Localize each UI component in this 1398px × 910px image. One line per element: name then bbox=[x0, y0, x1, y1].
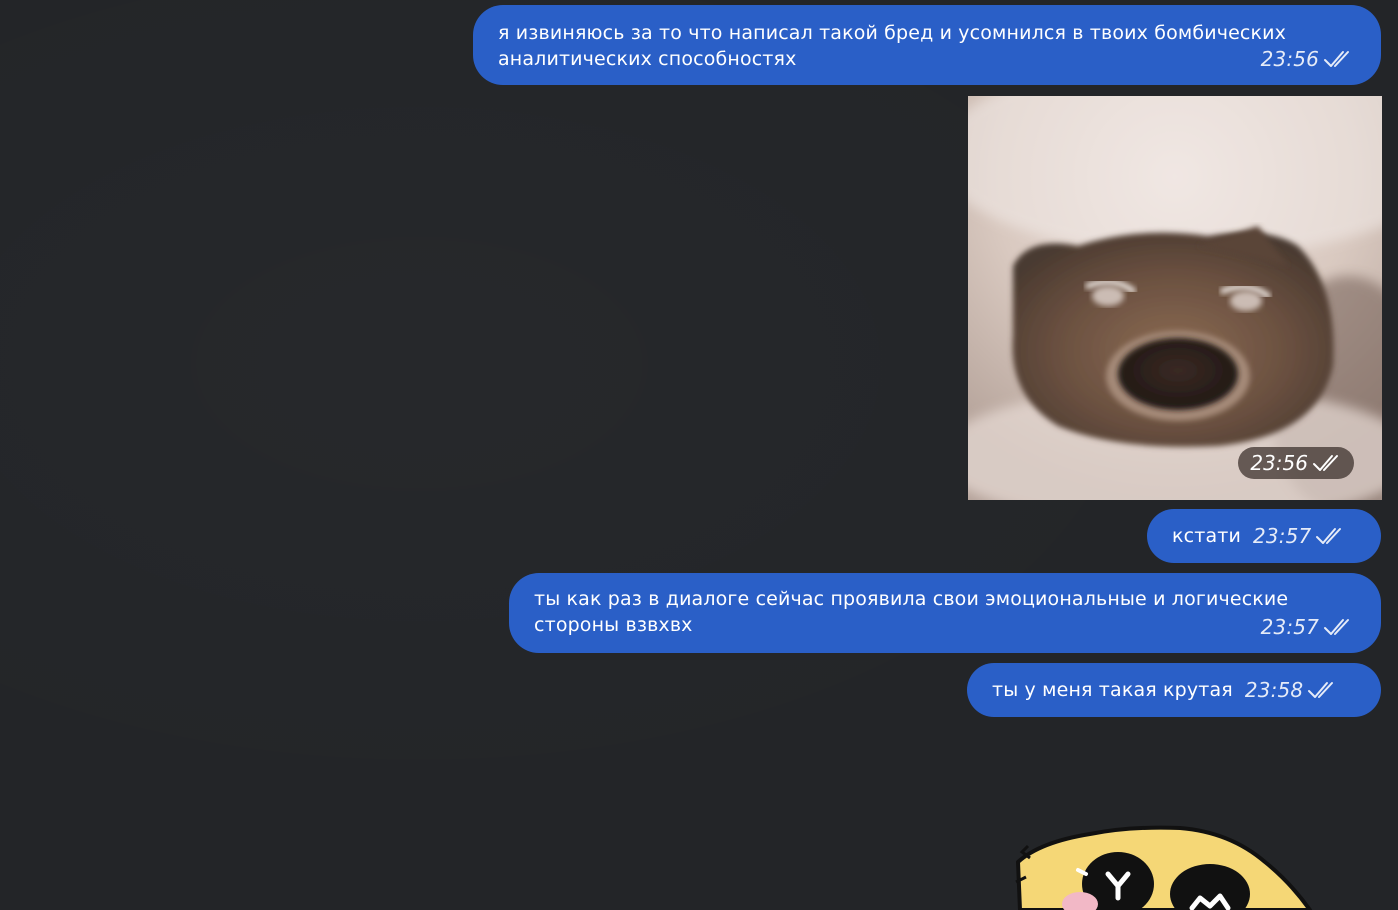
outgoing-message[interactable]: я извиняюсь за то что написал такой бред… bbox=[473, 5, 1381, 85]
sticker-image bbox=[1015, 825, 1312, 910]
double-check-icon bbox=[1307, 681, 1337, 699]
crying-cat-photo bbox=[968, 96, 1382, 500]
message-time: 23:56 bbox=[1260, 47, 1319, 71]
message-meta: 23:57 bbox=[1253, 523, 1345, 549]
message-meta: 23:57 bbox=[1261, 614, 1353, 640]
message-text: ты как раз в диалоге сейчас проявила сво… bbox=[534, 588, 1289, 636]
message-time: 23:58 bbox=[1244, 678, 1304, 702]
message-time: 23:56 bbox=[1250, 451, 1308, 475]
message-time: 23:57 bbox=[1252, 524, 1312, 548]
chat-history[interactable]: я извиняюсь за то что написал такой бред… bbox=[0, 0, 1398, 910]
double-check-icon bbox=[1315, 527, 1345, 545]
outgoing-message[interactable]: ты как раз в диалоге сейчас проявила сво… bbox=[509, 573, 1381, 653]
message-text: кстати bbox=[1172, 525, 1241, 547]
double-check-icon bbox=[1323, 50, 1353, 68]
message-meta: 23:58 bbox=[1245, 677, 1337, 703]
message-time: 23:57 bbox=[1260, 615, 1319, 639]
message-text: я извиняюсь за то что написал такой бред… bbox=[498, 22, 1287, 70]
message-meta: 23:56 bbox=[1261, 46, 1353, 72]
outgoing-message[interactable]: ты у меня такая крутая 23:58 bbox=[967, 663, 1381, 717]
outgoing-message[interactable]: кстати 23:57 bbox=[1147, 509, 1381, 563]
message-meta: 23:56 bbox=[1238, 447, 1354, 479]
double-check-icon bbox=[1312, 454, 1342, 472]
sticker-message[interactable] bbox=[1010, 822, 1330, 910]
message-text: ты у меня такая крутая bbox=[992, 679, 1233, 701]
double-check-icon bbox=[1323, 618, 1353, 636]
photo-message[interactable]: 23:56 bbox=[968, 96, 1382, 500]
